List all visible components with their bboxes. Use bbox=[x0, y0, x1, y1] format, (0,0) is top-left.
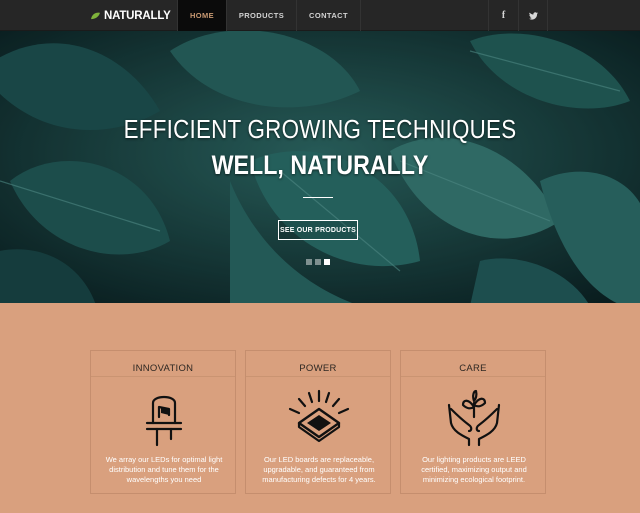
hero-subtitle: WELL, NATURALLY bbox=[211, 150, 429, 180]
feature-description: We array our LEDs for optimal light dist… bbox=[105, 455, 223, 484]
feature-title: INNOVATION bbox=[132, 363, 194, 374]
carousel-indicators bbox=[306, 259, 330, 265]
feature-description: Our lighting products are LEED certified… bbox=[421, 455, 527, 484]
navbar: NATURALLY HOME PRODUCTS CONTACT f bbox=[0, 0, 640, 31]
feature-title-divider bbox=[246, 376, 390, 377]
carousel-dot-3[interactable] bbox=[324, 259, 330, 265]
see-our-products-button[interactable]: SEE OUR PRODUCTS bbox=[278, 220, 358, 240]
facebook-icon[interactable]: f bbox=[488, 0, 518, 31]
feature-title: POWER bbox=[299, 363, 337, 374]
hero-divider bbox=[303, 197, 333, 198]
feature-title: CARE bbox=[459, 363, 487, 374]
led-chip-icon bbox=[288, 389, 350, 443]
led-bulb-icon bbox=[145, 395, 183, 447]
feature-card-care: CARE Our lighting products are LEED cert… bbox=[400, 350, 546, 494]
twitter-icon[interactable] bbox=[518, 0, 548, 31]
brand-logo[interactable]: NATURALLY bbox=[90, 0, 171, 31]
nav-products[interactable]: PRODUCTS bbox=[226, 0, 296, 31]
carousel-dot-1[interactable] bbox=[306, 259, 312, 265]
nav-contact[interactable]: CONTACT bbox=[296, 0, 361, 31]
feature-title-divider bbox=[91, 376, 235, 377]
feature-description: Our LED boards are replaceable, upgradab… bbox=[262, 455, 376, 484]
brand-name: NATURALLY bbox=[104, 9, 171, 22]
nav-home[interactable]: HOME bbox=[177, 0, 226, 31]
feature-card-innovation: INNOVATION We array our LEDs for optimal… bbox=[90, 350, 236, 494]
leaf-icon bbox=[91, 12, 100, 19]
feature-title-divider bbox=[401, 376, 545, 377]
feature-card-power: POWER Our LED boards are replaceable, up… bbox=[245, 350, 391, 494]
carousel-dot-2[interactable] bbox=[315, 259, 321, 265]
hero-banner: EFFICIENT GROWING TECHNIQUES WELL, NATUR… bbox=[0, 31, 640, 303]
twitter-bird-icon bbox=[528, 11, 538, 20]
hands-plant-icon bbox=[447, 389, 501, 447]
hero-title: EFFICIENT GROWING TECHNIQUES bbox=[123, 114, 517, 144]
